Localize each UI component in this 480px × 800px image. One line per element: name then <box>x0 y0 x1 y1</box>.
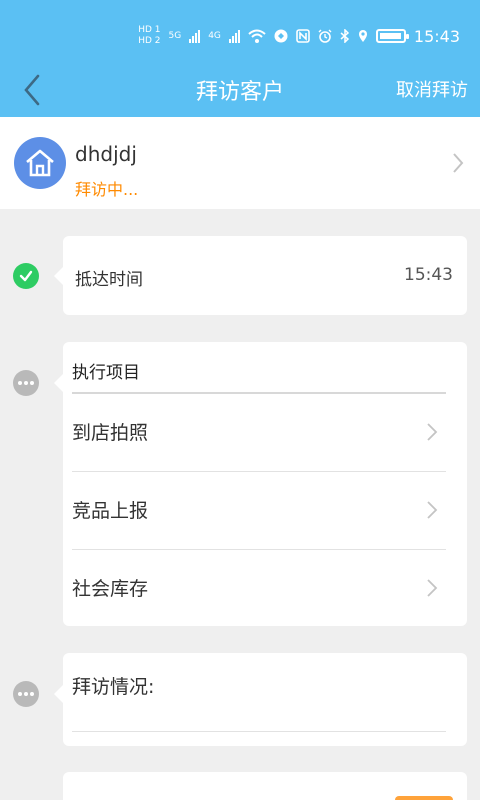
bluetooth-icon <box>340 29 349 43</box>
visit-situation-card[interactable]: 拜访情况: <box>54 653 467 746</box>
chevron-left-icon <box>24 74 40 106</box>
wifi-icon <box>248 29 266 43</box>
visit-status: 拜访中... <box>75 180 139 199</box>
net-label-4g: 4G <box>208 30 221 41</box>
cancel-visit-button[interactable]: 取消拜访 <box>396 76 468 102</box>
exec-item-social-inventory[interactable]: 社会库存 <box>72 550 446 628</box>
status-bar: HD 1 HD 2 5G 4G 15:43 <box>0 0 480 60</box>
signal-icon-1 <box>189 29 201 43</box>
status-icons: HD 1 HD 2 5G 4G 15:43 <box>138 22 460 50</box>
app-header: HD 1 HD 2 5G 4G 15:43 拜访客户 取消拜访 <box>0 0 480 117</box>
exec-item-competitor-report[interactable]: 竞品上报 <box>72 472 446 550</box>
more-dots-icon <box>13 370 39 396</box>
more-dots-icon <box>13 681 39 707</box>
execution-card: 执行项目 到店拍照 竞品上报 社会库存 <box>54 342 467 628</box>
chevron-right-icon <box>427 423 438 441</box>
exec-item-label: 到店拍照 <box>72 422 149 444</box>
arrival-card: 抵达时间 15:43 <box>54 236 467 315</box>
hd-label-2: HD 2 <box>138 36 161 46</box>
chevron-right-icon <box>453 153 464 173</box>
hd-label-1: HD 1 <box>138 25 161 35</box>
status-time: 15:43 <box>413 26 460 46</box>
arrival-label: 抵达时间 <box>75 270 143 290</box>
visit-situation-input[interactable] <box>72 731 446 732</box>
customer-name: dhdjdj <box>75 142 137 166</box>
signal-icon-2 <box>228 29 240 43</box>
avatar <box>14 137 66 189</box>
customer-card[interactable]: dhdjdj 拜访中... <box>0 117 480 209</box>
visit-situation-label: 拜访情况: <box>72 676 155 698</box>
nfc-icon <box>296 29 310 43</box>
chevron-right-icon <box>427 579 438 597</box>
exec-item-label: 社会库存 <box>72 578 149 600</box>
exec-item-label: 竞品上报 <box>72 500 149 522</box>
back-button[interactable] <box>12 70 52 110</box>
bottom-card <box>63 772 467 800</box>
home-icon <box>26 149 54 177</box>
chevron-right-icon <box>427 501 438 519</box>
location-icon <box>358 30 367 42</box>
shield-icon <box>274 29 288 43</box>
exec-item-store-photo[interactable]: 到店拍照 <box>72 394 446 472</box>
net-label-5g: 5G <box>168 30 182 41</box>
hd-indicator: HD 1 HD 2 <box>138 26 160 46</box>
alarm-icon <box>318 29 332 43</box>
action-button[interactable] <box>395 796 453 800</box>
execution-title: 执行项目 <box>72 363 140 383</box>
check-icon <box>13 263 39 289</box>
nav-bar: 拜访客户 取消拜访 <box>0 60 480 117</box>
arrival-time: 15:43 <box>404 265 453 285</box>
battery-icon <box>375 29 409 43</box>
